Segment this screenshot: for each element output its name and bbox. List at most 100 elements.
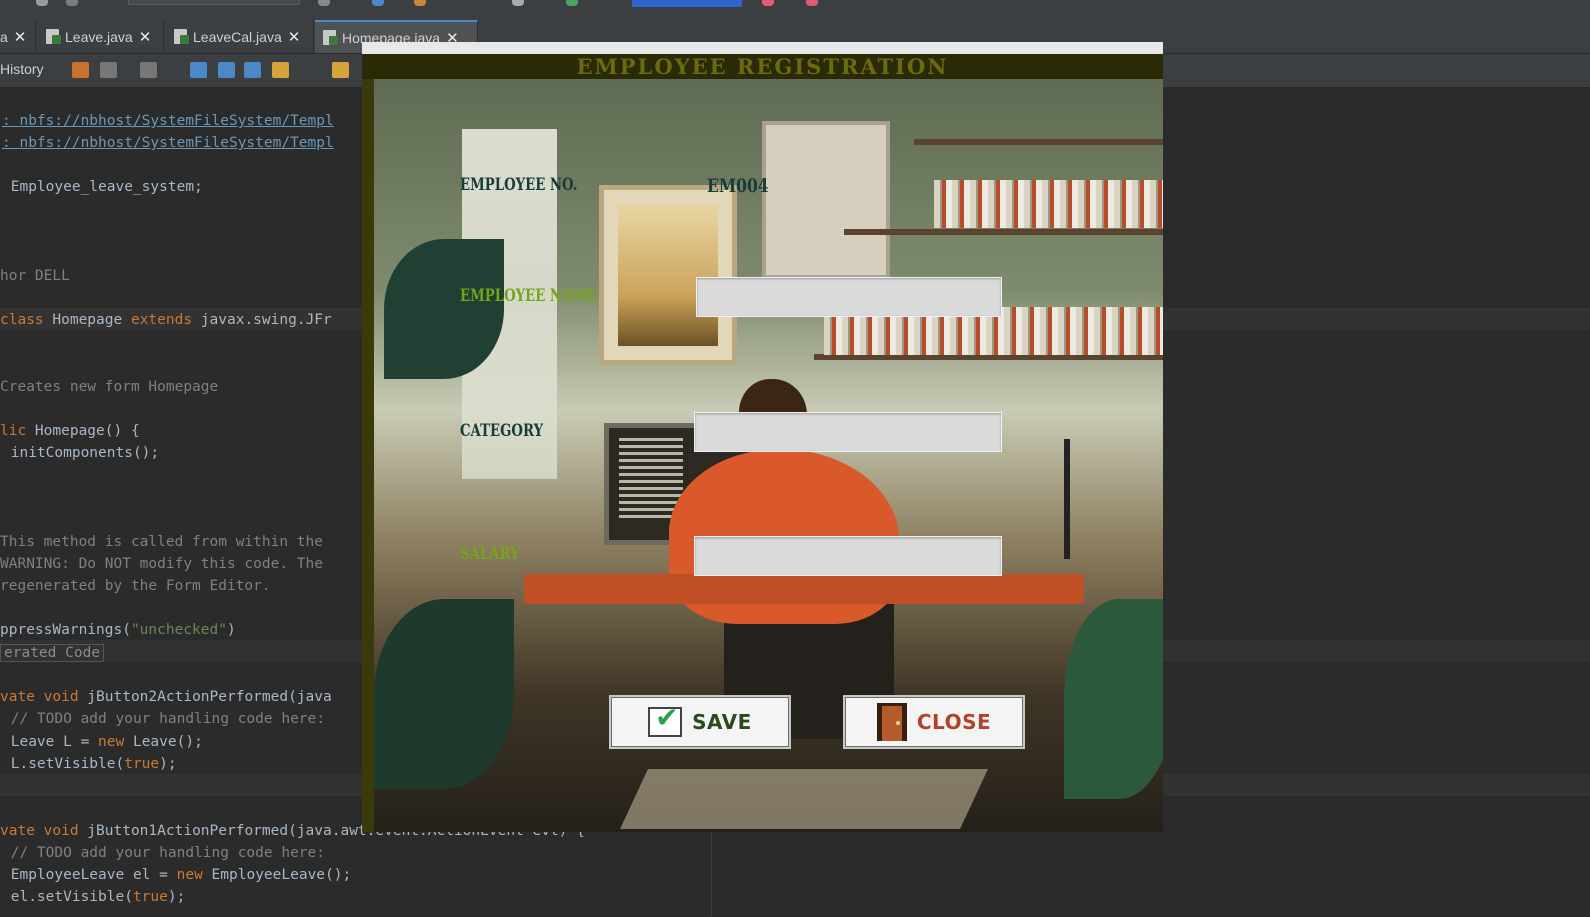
code-text: Homepage [43,312,131,328]
history-tab[interactable]: History [0,61,44,77]
shelf [914,139,1163,145]
tab-leavecal-java[interactable]: LeaveCal.java ✕ [166,20,314,53]
save-button-label: SAVE [692,710,752,734]
prev-occurrence-icon[interactable] [218,62,235,78]
code-text: EmployeeLeave(); [202,867,352,883]
save-checkmark-icon [648,701,683,737]
toolbar-icon[interactable] [36,0,48,6]
code-line[interactable]: ppressWarnings("unchecked") [0,619,236,641]
code-keyword: vate void [0,823,79,839]
code-line[interactable]: lic Homepage() { [0,420,140,442]
code-line[interactable]: // TODO add your handling code here: [2,708,325,730]
close-button-label: CLOSE [916,710,992,734]
code-line[interactable]: Leave L = new Leave(); [2,731,203,753]
toolbar-search-field[interactable] [128,0,300,5]
code-line[interactable]: : nbfs://nbhost/SystemFileSystem/Templ [2,110,334,132]
tab-label: a [0,28,8,45]
toolbar-icon[interactable] [806,0,818,6]
code-keyword: true [124,756,160,772]
toolbar-icon[interactable] [762,0,774,6]
plant-illustration [1064,599,1163,799]
form-header: EMPLOYEE REGISTRATION [362,54,1163,79]
plant-illustration [374,599,514,789]
category-label: CATEGORY [460,421,544,441]
code-text: ); [167,889,186,905]
desk-illustration [524,574,1084,604]
code-text: L.setVisible( [2,756,125,772]
code-keyword: vate void [0,689,79,705]
salary-label: SALARY [460,544,520,564]
tab-leave-java[interactable]: Leave.java ✕ [38,20,164,53]
fold-box[interactable]: erated Code [0,644,105,662]
plant-illustration [384,239,504,379]
code-text: javax.swing.JFr [192,312,332,328]
window-title-bar[interactable] [362,42,1163,54]
code-line[interactable]: hor DELL [0,265,70,287]
close-icon[interactable]: ✕ [288,28,301,46]
toolbar-icon[interactable] [66,0,78,6]
toolbar-icon[interactable] [566,0,578,6]
code-line[interactable]: vate void jButton2ActionPerformed(java [0,686,332,708]
save-button[interactable]: SAVE [609,695,791,749]
toolbar-icon[interactable] [372,0,384,6]
code-text: EmployeeLeave el = [2,867,177,883]
toolbar-icon[interactable] [414,0,426,6]
back-icon[interactable] [100,62,117,78]
plant-picture-frame [762,121,890,279]
code-text: ); [159,756,177,772]
code-line[interactable]: This method is called from within the [0,531,323,553]
folded-code[interactable]: erated Code [0,642,105,664]
code-line[interactable]: Creates new form Homepage [0,376,218,398]
java-file-icon [46,29,61,44]
door-icon [876,703,907,741]
lamp-illustration [1014,439,1070,559]
toolbar-icon[interactable] [512,0,524,6]
code-line[interactable]: : nbfs://nbhost/SystemFileSystem/Templ [2,132,334,154]
close-button[interactable]: CLOSE [843,695,1025,749]
code-text: ) [226,622,236,638]
toggle-highlight-icon[interactable] [272,62,289,78]
close-icon[interactable]: ✕ [14,28,27,46]
employee-name-label: EMPLOYEE NAME [460,286,598,306]
tab-label: LeaveCal.java [193,28,282,45]
code-text: Leave(); [124,734,203,750]
code-line[interactable]: WARNING: Do NOT modify this code. The [0,553,323,575]
employee-registration-window: EMPLOYEE REGISTRATION EMPLOYEE NO. EM004… [362,42,1163,832]
code-keyword: class [0,312,44,328]
shelf [844,229,1163,235]
toolbar-progress [632,0,742,7]
code-keyword: true [132,889,168,905]
source-icon[interactable] [72,62,89,78]
code-line[interactable]: Employee_leave_system; [2,176,203,198]
code-line[interactable]: el.setVisible(true); [2,886,186,908]
code-text: jButton2ActionPerformed(java [78,689,332,705]
arrow-up-icon[interactable] [332,62,349,78]
employee-no-value: EM004 [707,175,769,197]
next-occurrence-icon[interactable] [244,62,261,78]
code-text: Leave L = [2,734,99,750]
code-line[interactable]: L.setVisible(true); [2,753,177,775]
find-icon[interactable] [190,62,207,78]
code-line[interactable]: class Homepage extends javax.swing.JFr [0,309,332,331]
code-line[interactable]: regenerated by the Form Editor. [0,575,271,597]
toolbar-icon[interactable] [318,0,330,6]
salary-input[interactable] [694,536,1002,576]
floor-light [620,769,988,829]
code-keyword: new [98,734,125,750]
code-keyword: new [176,867,203,883]
code-keyword: lic [0,423,27,439]
employee-name-input[interactable] [696,277,1002,317]
java-file-icon [323,30,338,45]
code-line[interactable]: initComponents(); [2,442,159,464]
close-icon[interactable]: ✕ [139,28,152,46]
tab-label: Leave.java [65,28,133,45]
code-text: el.setVisible( [2,889,133,905]
tab-a[interactable]: a ✕ [0,20,36,53]
form-title: EMPLOYEE REGISTRATION [576,54,949,79]
category-input[interactable] [694,412,1002,452]
forward-icon[interactable] [140,62,157,78]
java-file-icon [174,29,189,44]
palm-picture-frame [599,185,737,365]
code-line[interactable]: // TODO add your handling code here: [2,842,325,864]
code-line[interactable]: EmployeeLeave el = new EmployeeLeave(); [2,864,352,886]
